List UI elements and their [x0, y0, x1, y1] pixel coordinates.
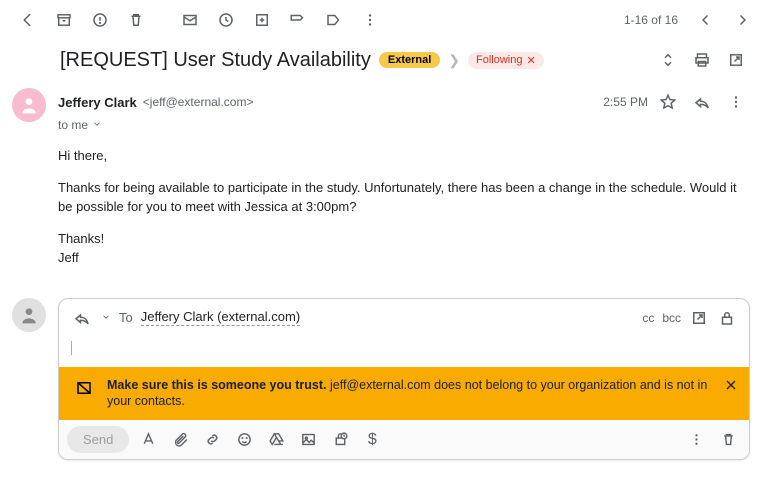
compose-box: To Jeffery Clark (external.com) cc bcc M…: [58, 298, 750, 461]
labels-icon[interactable]: [320, 6, 348, 34]
spam-icon[interactable]: [86, 6, 114, 34]
attach-icon[interactable]: [167, 427, 193, 453]
expand-icon[interactable]: [654, 46, 682, 74]
warning-close-icon[interactable]: [723, 377, 739, 398]
sender-avatar[interactable]: [12, 88, 46, 122]
subject-text: [REQUEST] User Study Availability: [60, 49, 371, 72]
star-icon[interactable]: [654, 88, 682, 116]
back-icon[interactable]: [14, 6, 42, 34]
discard-icon[interactable]: [715, 427, 741, 453]
more-compose-icon[interactable]: [683, 427, 709, 453]
pagination-text: 1-16 of 16: [624, 13, 678, 27]
recipients-toggle[interactable]: to me: [58, 118, 750, 132]
format-icon[interactable]: [135, 427, 161, 453]
confidential-icon[interactable]: [327, 427, 353, 453]
external-badge: External: [379, 52, 440, 68]
recipient-chip[interactable]: Jeffery Clark (external.com): [141, 309, 300, 326]
sender-email: <jeff@external.com>: [143, 95, 254, 109]
bcc-button[interactable]: bcc: [662, 311, 681, 325]
delete-icon[interactable]: [122, 6, 150, 34]
external-warning: Make sure this is someone you trust. jef…: [59, 367, 749, 421]
sender-name: Jeffery Clark: [58, 95, 137, 110]
chevron-down-icon[interactable]: [101, 310, 111, 325]
message-body: Hi there, Thanks for being available to …: [58, 146, 750, 268]
my-avatar[interactable]: [12, 298, 46, 332]
following-badge[interactable]: Following✕: [468, 52, 544, 69]
archive-icon[interactable]: [50, 6, 78, 34]
prev-icon[interactable]: [692, 6, 720, 34]
signature-icon[interactable]: $: [359, 427, 385, 453]
warning-icon: [75, 379, 93, 397]
more-msg-icon[interactable]: [722, 88, 750, 116]
reply-type-icon[interactable]: [71, 307, 93, 329]
important-marker-icon[interactable]: ❯: [448, 52, 460, 69]
compose-input[interactable]: [59, 337, 749, 367]
drive-icon[interactable]: [263, 427, 289, 453]
move-icon[interactable]: [284, 6, 312, 34]
emoji-icon[interactable]: [231, 427, 257, 453]
more-icon[interactable]: [356, 6, 384, 34]
timestamp: 2:55 PM: [603, 95, 648, 109]
mark-unread-icon[interactable]: [176, 6, 204, 34]
to-label: To: [119, 310, 133, 325]
image-icon[interactable]: [295, 427, 321, 453]
next-icon[interactable]: [728, 6, 756, 34]
send-button[interactable]: Send: [67, 426, 129, 453]
link-icon[interactable]: [199, 427, 225, 453]
lock-icon[interactable]: [717, 308, 737, 328]
cc-button[interactable]: cc: [642, 311, 654, 325]
chevron-down-icon: [92, 118, 102, 132]
snooze-icon[interactable]: [212, 6, 240, 34]
print-icon[interactable]: [688, 46, 716, 74]
reply-icon[interactable]: [688, 88, 716, 116]
open-new-icon[interactable]: [722, 46, 750, 74]
add-task-icon[interactable]: [248, 6, 276, 34]
popout-icon[interactable]: [689, 308, 709, 328]
close-icon[interactable]: ✕: [526, 54, 535, 67]
